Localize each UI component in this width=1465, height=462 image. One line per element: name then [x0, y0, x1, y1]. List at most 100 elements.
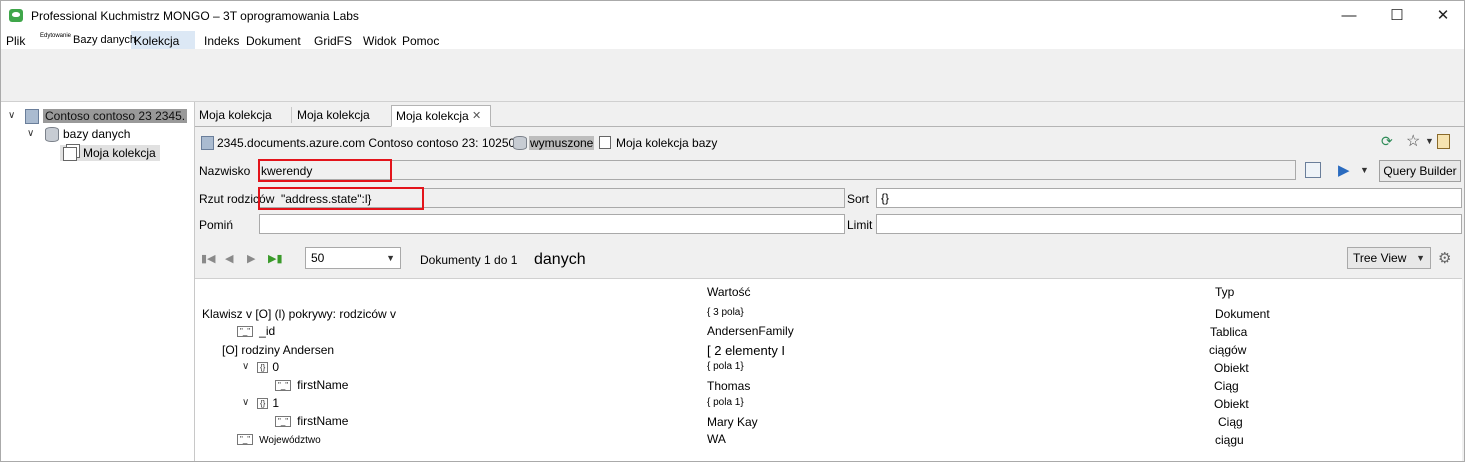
row-key: 1 — [272, 396, 280, 410]
tab-bar: Moja kolekcja Moja kolekcja Moja kolekcj… — [195, 102, 1464, 127]
close-tab-icon[interactable]: ✕ — [472, 109, 481, 122]
path-database: wymuszone — [529, 136, 595, 150]
limit-input[interactable] — [876, 214, 1462, 234]
sort-label: Sort — [847, 192, 870, 206]
chevron-down-icon[interactable]: ∨ — [8, 108, 15, 124]
page-size-value: 50 — [311, 251, 325, 265]
edit-query-icon[interactable] — [1305, 162, 1321, 178]
tree-databases-row[interactable]: ∨ bazy danych — [1, 126, 193, 143]
query-row: Nazwisko kwerendy ▶ ▼ Query Builder — [195, 159, 1464, 182]
star-icon[interactable]: ☆ — [1406, 131, 1420, 151]
tree-server-row[interactable]: ∨ Contoso contoso 23 2345. — [1, 108, 193, 125]
highlight-box — [258, 187, 424, 210]
menu-help[interactable]: Pomoc — [402, 34, 439, 48]
header-value: Wartość — [707, 285, 751, 299]
database-icon — [45, 127, 59, 143]
row-value: Thomas — [707, 379, 751, 393]
app-window: Professional Kuchmistrz MONGO – 3T oprog… — [0, 0, 1465, 462]
view-mode-value: Tree View — [1353, 251, 1407, 265]
data-label: danych — [534, 251, 586, 268]
row-value: { 3 pola} — [707, 307, 744, 318]
row-key: firstName — [297, 414, 349, 428]
row-type: Obiekt — [1214, 361, 1249, 375]
row-key: _id — [259, 324, 276, 338]
collection-icon — [63, 146, 77, 161]
database-icon — [513, 136, 527, 150]
path-collection: Moja kolekcja bazy — [616, 136, 718, 150]
results-tree-table: Wartość Typ Klawisz v [O] (l) pokrywy: r… — [195, 278, 1462, 461]
menu-index[interactable]: Indeks — [204, 34, 239, 48]
tree-server-label: Contoso contoso 23 2345. — [43, 109, 188, 123]
page-size-select[interactable]: 50 ▼ — [305, 247, 401, 269]
query-name-label: Nazwisko — [199, 164, 251, 178]
maximize-button[interactable]: ☐ — [1374, 1, 1420, 31]
row-type: Ciąg — [1218, 415, 1243, 429]
highlight-box — [258, 159, 392, 182]
row-key: Województwo — [259, 435, 321, 446]
query-builder-button[interactable]: Query Builder — [1379, 160, 1461, 182]
next-page-icon[interactable]: ▶ — [247, 252, 255, 265]
menu-edit[interactable]: Edytowanie — [40, 33, 71, 39]
chevron-down-icon[interactable]: ∨ — [242, 361, 249, 372]
view-mode-select[interactable]: Tree View ▼ — [1347, 247, 1431, 269]
row-value: WA — [707, 432, 726, 446]
chevron-down-icon: ▼ — [386, 253, 395, 263]
skip-label: Pomiń — [199, 218, 234, 232]
refresh-icon[interactable]: ⟳ — [1381, 133, 1393, 150]
tree-databases-label: bazy danych — [63, 127, 131, 141]
object-icon: {} — [257, 398, 269, 410]
first-page-icon[interactable]: ▮◀ — [201, 252, 216, 265]
row-value: { pola 1} — [707, 397, 744, 408]
row-key: firstName — [297, 378, 349, 392]
query-input[interactable] — [259, 160, 1296, 180]
window-title: Professional Kuchmistrz MONGO – 3T oprog… — [31, 9, 359, 23]
close-button[interactable]: ✕ — [1420, 1, 1464, 31]
tree-collection-label: Moja kolekcja — [83, 146, 156, 160]
chevron-down-icon[interactable]: ∨ — [27, 126, 34, 142]
field-icon: "_" — [275, 416, 292, 428]
skip-input[interactable] — [259, 214, 845, 234]
minimize-button[interactable]: — — [1326, 1, 1372, 31]
menu-view[interactable]: Widok — [363, 34, 396, 48]
row-type: ciągów — [1209, 343, 1247, 357]
collection-icon — [599, 136, 611, 149]
server-icon — [25, 109, 39, 125]
documents-count: Dokumenty 1 do 1 — [420, 253, 518, 267]
row-type: Obiekt — [1214, 397, 1249, 411]
row-value: Mary Kay — [707, 415, 758, 429]
chevron-down-icon[interactable]: ∨ — [242, 397, 249, 408]
run-query-icon[interactable]: ▶ — [1338, 161, 1350, 179]
gear-icon[interactable]: ⚙ — [1438, 249, 1451, 267]
tree-collection-row[interactable]: Moja kolekcja — [60, 145, 160, 161]
menu-collection[interactable]: Kolekcja — [134, 34, 179, 48]
field-icon: "_" — [275, 380, 292, 392]
row-type: Dokument — [1215, 307, 1270, 321]
row-value: [ 2 elementy I — [707, 343, 786, 358]
connection-tree: ∨ Contoso contoso 23 2345. ∨ bazy danych… — [1, 102, 195, 461]
title-bar: Professional Kuchmistrz MONGO – 3T oprog… — [1, 1, 1464, 31]
field-icon: "_" — [237, 326, 254, 338]
server-icon — [201, 136, 214, 150]
toolbar — [1, 49, 1464, 102]
row-type: ciągu — [1215, 433, 1244, 447]
app-logo-icon — [9, 9, 23, 22]
row-key: Klawisz v [O] (l) pokrywy: rodziców v — [202, 307, 397, 321]
sort-input[interactable]: {} — [876, 188, 1462, 208]
collection-path-bar: 2345.documents.azure.com Contoso contoso… — [195, 127, 1464, 159]
menu-databases[interactable]: Bazy danych — [73, 34, 136, 46]
chevron-down-icon[interactable]: ▼ — [1360, 165, 1369, 175]
chevron-down-icon[interactable]: ▼ — [1425, 136, 1434, 146]
previous-page-icon[interactable]: ◀ — [225, 252, 233, 265]
menu-file[interactable]: Plik — [6, 34, 25, 48]
pager-bar: ▮◀ ◀ ▶ ▶▮ 50 ▼ Dokumenty 1 do 1 danych T… — [195, 247, 1464, 271]
tab-collection-2[interactable]: Moja kolekcja — [293, 105, 389, 125]
limit-label: Limit — [847, 218, 873, 232]
last-page-icon[interactable]: ▶▮ — [268, 252, 283, 265]
tab-separator — [291, 107, 292, 123]
menu-document[interactable]: Dokument — [246, 34, 301, 48]
path-server: 2345.documents.azure.com Contoso contoso… — [217, 136, 516, 150]
menu-gridfs[interactable]: GridFS — [314, 34, 352, 48]
tab-collection-1[interactable]: Moja kolekcja — [195, 105, 289, 125]
row-key: [O] rodziny Andersen — [222, 343, 335, 357]
document-export-icon[interactable] — [1437, 134, 1450, 149]
